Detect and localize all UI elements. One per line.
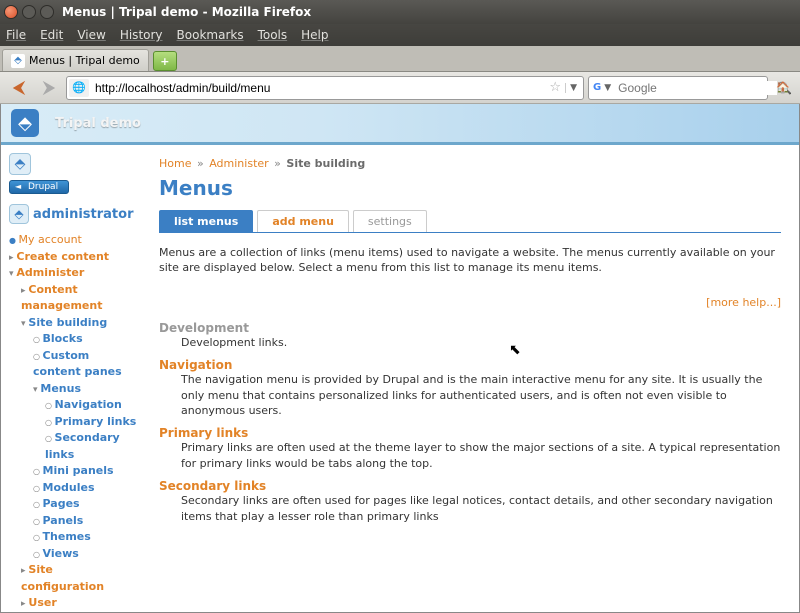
menu-tools[interactable]: Tools [258,28,288,42]
browser-tab[interactable]: ⬘ Menus | Tripal demo [2,49,149,71]
breadcrumb-home[interactable]: Home [159,157,191,170]
menu-help[interactable]: Help [301,28,328,42]
sidebar-item-panels[interactable]: Panels [33,513,139,530]
menu-development-desc: Development links. [181,335,781,350]
intro-text: Menus are a collection of links (menu it… [159,245,781,276]
sidebar-item-create-content[interactable]: Create content [9,249,139,266]
sidebar: ⬘ Drupal ⬘ administrator My account Crea… [1,145,145,610]
search-input[interactable] [614,81,777,95]
menu-list: Development Development links. Navigatio… [159,321,781,524]
url-dropdown-icon[interactable]: ▼ [565,83,581,93]
sidebar-item-mini-panels[interactable]: Mini panels [33,463,139,480]
tab-settings[interactable]: settings [353,210,427,232]
menu-development-title[interactable]: Development [159,321,781,335]
menu-file[interactable]: File [6,28,26,42]
sidebar-item-user-management[interactable]: User management [21,595,139,613]
window-maximize-button[interactable] [40,5,54,19]
main-content: Home » Administer » Site building Menus … [145,145,799,610]
sidebar-item-site-building[interactable]: Site building Blocks Custom content pane… [21,315,139,563]
sidebar-item-primary-links[interactable]: Primary links [45,414,139,431]
drupal-button[interactable]: Drupal [9,180,69,194]
url-input[interactable] [91,81,545,95]
favicon-icon: ⬘ [11,54,25,68]
username[interactable]: administrator [33,207,133,222]
sidebar-item-administer[interactable]: Administer Content management Site build… [9,265,139,613]
url-bar[interactable]: 🌐 ☆ ▼ [66,76,584,100]
breadcrumb-current: Site building [286,157,365,170]
site-banner: ⬘ Tripal demo [1,104,799,145]
page-content: ⬘ Tripal demo ⬘ Drupal ⬘ administrator M… [0,104,800,613]
sidebar-item-themes[interactable]: Themes [33,529,139,546]
menu-view[interactable]: View [77,28,105,42]
back-button[interactable]: ⮜ [6,76,32,100]
window-titlebar: Menus | Tripal demo - Mozilla Firefox [0,0,800,24]
sidebar-item-navigation[interactable]: Navigation [45,397,139,414]
breadcrumb-administer[interactable]: Administer [209,157,268,170]
browser-tabbar: ⬘ Menus | Tripal demo + [0,46,800,72]
site-name[interactable]: Tripal demo [55,116,141,131]
window-minimize-button[interactable] [22,5,36,19]
sidebar-logo-icon[interactable]: ⬘ [9,153,31,175]
sidebar-item-blocks[interactable]: Blocks [33,331,139,348]
menu-bookmarks[interactable]: Bookmarks [177,28,244,42]
tab-add-menu[interactable]: add menu [257,210,349,232]
sidebar-nav: My account Create content Administer Con… [9,232,139,613]
site-logo-icon[interactable]: ⬘ [11,109,39,137]
breadcrumb: Home » Administer » Site building [159,157,781,170]
menu-primary-title[interactable]: Primary links [159,426,781,440]
browser-navbar: ⮜ ⮞ 🌐 ☆ ▼ G ▼ 🔍 🏠 [0,72,800,104]
tab-list-menus[interactable]: list menus [159,210,253,232]
more-help-link: [more help...] [159,296,781,309]
sidebar-item-content-management[interactable]: Content management [21,282,139,315]
sidebar-item-views[interactable]: Views [33,546,139,563]
browser-tab-label: Menus | Tripal demo [29,54,140,67]
breadcrumb-separator: » [274,157,281,170]
sidebar-item-my-account[interactable]: My account [9,232,139,249]
sidebar-user-heading: ⬘ administrator [9,204,139,224]
sidebar-item-custom-panes[interactable]: Custom content panes [33,348,139,381]
search-bar[interactable]: G ▼ 🔍 [588,76,768,100]
search-engine-dropdown-icon[interactable]: ▼ [601,83,614,93]
back-arrow-icon: ⮜ [13,77,26,98]
menu-secondary-desc: Secondary links are often used for pages… [181,493,781,524]
google-logo-icon: G [593,80,601,96]
sidebar-item-modules[interactable]: Modules [33,480,139,497]
site-identity-icon[interactable]: 🌐 [69,79,89,97]
user-icon: ⬘ [9,204,29,224]
sidebar-item-secondary-links[interactable]: Secondary links [45,430,139,463]
window-close-button[interactable] [4,5,18,19]
breadcrumb-separator: » [197,157,204,170]
menu-navigation-title[interactable]: Navigation [159,358,781,372]
sidebar-item-pages[interactable]: Pages [33,496,139,513]
menu-secondary-title[interactable]: Secondary links [159,479,781,493]
forward-arrow-icon: ⮞ [42,77,55,98]
page-tabs: list menus add menu settings [159,210,781,233]
sidebar-item-menus[interactable]: Menus Navigation Primary links Secondary… [33,381,139,464]
menu-primary-desc: Primary links are often used at the them… [181,440,781,471]
page-title: Menus [159,176,781,200]
app-menubar: File Edit View History Bookmarks Tools H… [0,24,800,46]
bookmark-star-icon[interactable]: ☆ [545,80,565,95]
home-icon: 🏠 [776,81,790,94]
new-tab-button[interactable]: + [153,51,177,71]
forward-button[interactable]: ⮞ [36,76,62,100]
menu-history[interactable]: History [120,28,163,42]
home-button[interactable]: 🏠 [772,77,794,99]
window-title: Menus | Tripal demo - Mozilla Firefox [62,5,311,19]
more-help-anchor[interactable]: [more help...] [706,296,781,309]
menu-edit[interactable]: Edit [40,28,63,42]
menu-navigation-desc: The navigation menu is provided by Drupa… [181,372,781,418]
sidebar-item-site-configuration[interactable]: Site configuration [21,562,139,595]
